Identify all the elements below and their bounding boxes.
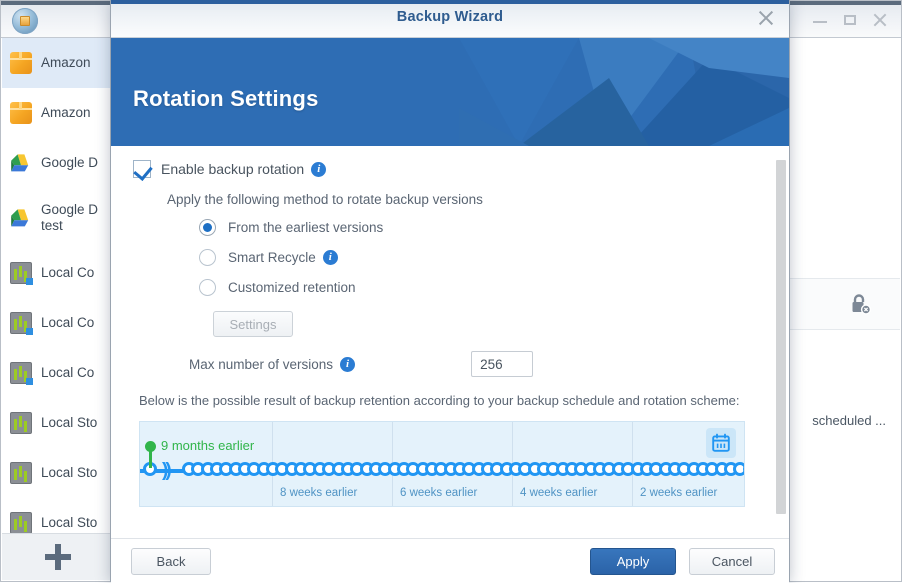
- timeline-version-dots: [140, 462, 744, 480]
- sidebar-item[interactable]: Amazon: [2, 88, 113, 138]
- dialog-close-icon[interactable]: [757, 9, 775, 27]
- info-icon[interactable]: i: [322, 250, 338, 265]
- sidebar: Amazon Amazon Google D Google Dtest Local Co…: [2, 38, 114, 580]
- sidebar-item[interactable]: Google D: [2, 138, 113, 188]
- rotation-option[interactable]: Customized retention: [199, 279, 751, 296]
- apply-button[interactable]: Apply: [590, 548, 676, 575]
- settings-button[interactable]: Settings: [213, 311, 293, 337]
- back-button[interactable]: Back: [131, 548, 211, 575]
- info-icon[interactable]: i: [340, 356, 356, 372]
- sidebar-item[interactable]: Local Sto: [2, 448, 113, 498]
- rotation-method-description: Apply the following method to rotate bac…: [167, 192, 483, 207]
- google-drive-icon: [10, 207, 32, 229]
- amazon-glacier-icon: [10, 52, 32, 74]
- maximize-icon[interactable]: [841, 11, 859, 29]
- rotation-option[interactable]: From the earliest versions: [199, 219, 751, 236]
- banner-polygon-pattern: [459, 38, 789, 146]
- timeline-week-label: 4 weeks earlier: [520, 487, 598, 500]
- max-versions-row: Max number of versions i: [189, 351, 751, 377]
- task-status-text: scheduled ...: [812, 413, 886, 428]
- local-storage-icon: [10, 462, 32, 484]
- timeline-marker-label: 9 months earlier: [161, 438, 255, 454]
- retention-note: Below is the possible result of backup r…: [139, 393, 740, 408]
- sidebar-item-label: Local Sto: [41, 514, 98, 530]
- sidebar-footer: [2, 533, 113, 580]
- rotation-option-radio[interactable]: [199, 279, 216, 296]
- rotation-option[interactable]: Smart Recycle i: [199, 249, 751, 266]
- sidebar-item[interactable]: Local Co: [2, 298, 113, 348]
- timeline-week-label: 2 weeks earlier: [640, 487, 718, 500]
- local-folder-icon: [10, 362, 33, 385]
- google-drive-icon: [10, 152, 32, 174]
- sidebar-item[interactable]: Google Dtest: [2, 188, 113, 248]
- sidebar-item-label: Local Sto: [41, 464, 98, 480]
- calendar-icon[interactable]: [706, 428, 736, 459]
- sidebar-item-label: Local Co: [41, 264, 95, 280]
- rotation-settings-form: Enable backup rotation i Apply the follo…: [111, 146, 771, 538]
- sidebar-item[interactable]: Local Co: [2, 348, 113, 398]
- timeline-week-label: 6 weeks earlier: [400, 487, 478, 500]
- rotation-option-label: From the earliest versions: [228, 220, 384, 235]
- timeline-earliest-marker: [145, 441, 156, 453]
- local-folder-icon: [10, 262, 33, 285]
- sidebar-item-label: Amazon: [41, 104, 91, 120]
- dialog-titlebar: Backup Wizard: [111, 0, 789, 38]
- amazon-glacier-icon: [10, 102, 32, 124]
- rotation-option-label: Smart Recycle: [228, 250, 316, 265]
- dialog-scrollbar-thumb[interactable]: [776, 160, 786, 514]
- sidebar-item-label: Local Sto: [41, 414, 98, 430]
- rotation-option-radio[interactable]: [199, 249, 216, 266]
- max-versions-label: Max number of versions: [189, 356, 334, 372]
- hyper-backup-icon: [12, 8, 38, 34]
- timeline-marker-stem: [149, 450, 152, 469]
- cancel-button[interactable]: Cancel: [689, 548, 775, 575]
- rotation-option-label: Customized retention: [228, 280, 356, 295]
- max-versions-input[interactable]: [471, 351, 534, 377]
- sidebar-item-label: Amazon: [41, 54, 91, 70]
- local-storage-icon: [10, 512, 32, 534]
- sidebar-item-label: Local Co: [41, 314, 95, 330]
- close-icon[interactable]: [871, 11, 889, 29]
- timeline-gap-icon: )): [162, 460, 172, 482]
- local-storage-icon: [10, 412, 32, 434]
- sidebar-list: Amazon Amazon Google D Google Dtest Local Co…: [2, 38, 113, 548]
- sidebar-item-label: Google Dtest: [41, 201, 99, 233]
- info-icon[interactable]: i: [311, 161, 327, 177]
- enable-rotation-checkbox[interactable]: [133, 160, 151, 178]
- dialog-title: Backup Wizard: [396, 9, 504, 25]
- enable-rotation-row[interactable]: Enable backup rotation i: [133, 160, 751, 178]
- lock-disabled-icon: [848, 292, 872, 316]
- minimize-icon[interactable]: [811, 11, 829, 29]
- dialog-banner: Rotation Settings: [111, 38, 789, 146]
- timeline-week-label: 8 weeks earlier: [280, 487, 358, 500]
- backup-wizard-dialog: Backup Wizard Rotation Settings Enable b…: [110, 0, 790, 583]
- sidebar-item[interactable]: Local Sto: [2, 398, 113, 448]
- add-task-button[interactable]: [44, 544, 71, 570]
- sidebar-item[interactable]: Amazon: [2, 38, 113, 88]
- rotation-option-radio[interactable]: [199, 219, 216, 236]
- dialog-heading: Rotation Settings: [133, 86, 319, 111]
- sidebar-item[interactable]: Local Co: [2, 248, 113, 298]
- rotation-options-group: From the earliest versions Smart Recycle i…: [133, 219, 751, 296]
- dialog-body: Enable backup rotation i Apply the follo…: [111, 146, 789, 538]
- retention-timeline[interactable]: )) 9 months earlier 8 weeks earlier 6 wee…: [139, 421, 745, 508]
- dialog-footer: Back Apply Cancel: [111, 538, 789, 583]
- local-folder-icon: [10, 312, 33, 335]
- sidebar-item-label: Google D: [41, 154, 99, 170]
- enable-rotation-label: Enable backup rotation: [161, 161, 305, 177]
- sidebar-item-label: Local Co: [41, 364, 95, 380]
